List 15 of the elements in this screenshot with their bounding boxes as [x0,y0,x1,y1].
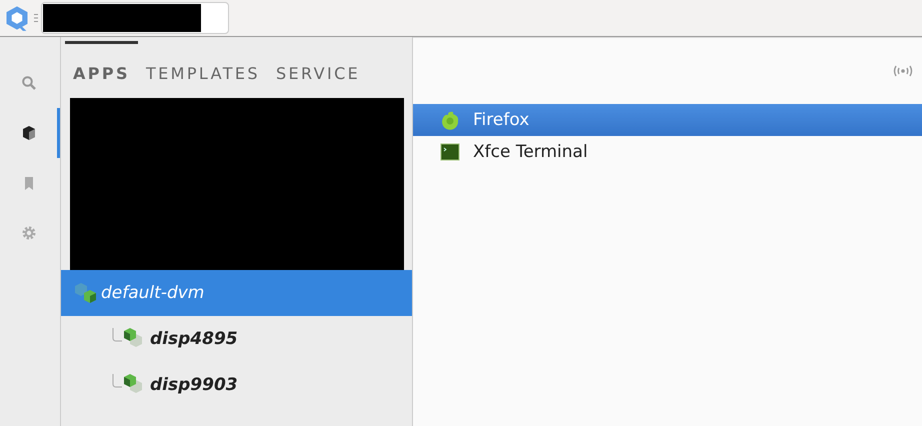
vm-item[interactable]: disp4895 [61,316,412,362]
vm-item[interactable]: default-dvm [61,270,412,316]
app-item[interactable]: Firefox [413,104,922,136]
vm-item[interactable]: disp9903 [61,362,412,408]
terminal-icon [440,142,460,162]
app-item[interactable]: Xfce Terminal [413,136,922,168]
cubes-icon [73,281,99,305]
search-field[interactable] [41,2,229,34]
tab[interactable]: SERVICE [268,41,368,89]
tree-branch-icon [112,374,122,388]
tab[interactable]: APPS [65,41,138,89]
broadcast-icon[interactable] [892,65,914,77]
flame-icon [440,110,460,130]
tab[interactable]: TEMPLATES [138,41,268,89]
tree-branch-icon [112,328,122,342]
